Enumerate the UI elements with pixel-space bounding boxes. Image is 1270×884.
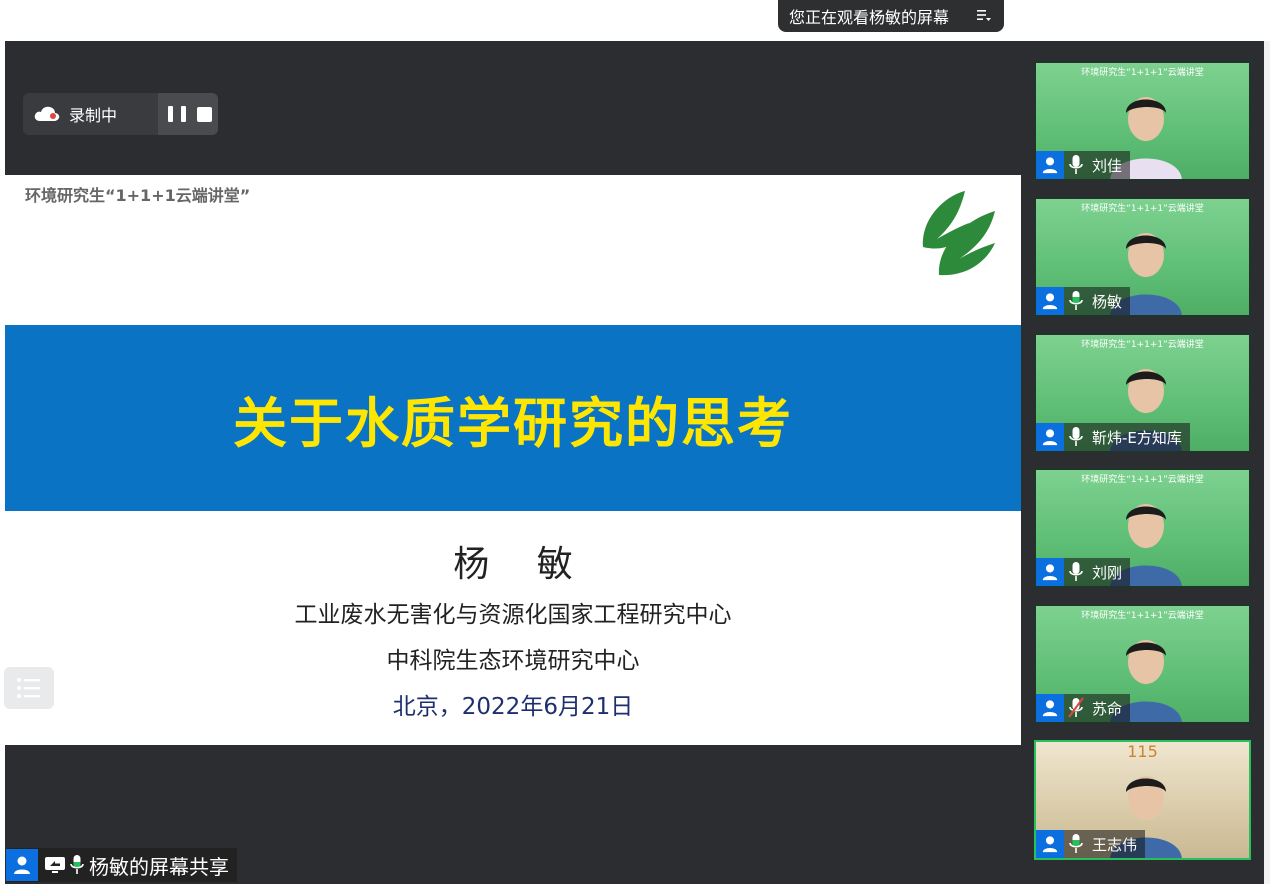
mic-icon[interactable] [1064, 423, 1088, 451]
participant-name: 苏命 [1092, 699, 1123, 718]
stop-icon[interactable] [197, 106, 213, 122]
slide-title: 关于水质学研究的思考 [233, 391, 793, 455]
participant-tile[interactable]: 环境研究生“1+1+1”云端讲堂苏命 [1034, 604, 1251, 724]
participant-label: 靳炜-E方知库 [1036, 423, 1190, 451]
participant-name: 刘佳 [1092, 156, 1123, 175]
participant-tile[interactable]: 环境研究生“1+1+1”云端讲堂靳炜-E方知库 [1034, 333, 1251, 453]
mic-muted-icon[interactable] [1064, 694, 1088, 722]
participant-name: 王志伟 [1092, 835, 1138, 854]
title-band: 关于水质学研究的思考 [5, 325, 1021, 511]
user-avatar-icon [1036, 151, 1064, 179]
sidebar-scrollbar[interactable] [1264, 41, 1270, 884]
tile-banner: 环境研究生“1+1+1”云端讲堂 [1081, 611, 1204, 621]
organization-line-1: 工业废水无害化与资源化国家工程研究中心 [294, 602, 732, 628]
mic-icon [70, 855, 84, 874]
user-avatar-icon [6, 849, 38, 881]
cloud-icon [34, 106, 60, 121]
tile-banner: 环境研究生“1+1+1”云端讲堂 [1081, 475, 1204, 485]
tile-banner: 环境研究生“1+1+1”云端讲堂 [1081, 68, 1204, 78]
user-avatar-icon [1036, 423, 1064, 451]
share-label-text: 杨敏的屏幕共享 [89, 854, 229, 879]
mic-icon[interactable] [1064, 287, 1088, 315]
mic-icon[interactable] [1064, 558, 1088, 586]
participant-label: 刘刚 [1036, 558, 1131, 586]
recording-buttons [158, 93, 218, 135]
organization-line-2: 中科院生态环境研究中心 [386, 648, 640, 674]
participant-tile[interactable]: 环境研究生“1+1+1”云端讲堂刘刚 [1034, 468, 1251, 588]
participant-name: 靳炜-E方知库 [1092, 428, 1182, 447]
user-avatar-icon [1036, 830, 1064, 858]
list-toggle-button[interactable] [4, 667, 54, 709]
presentation-slide: 环境研究生“1+1+1云端讲堂” 关于水质学研究的思考 杨 敏 工业废水无害化与… [5, 175, 1021, 745]
recording-control: 录制中 [23, 93, 218, 135]
viewing-text: 您正在观看杨敏的屏幕 [789, 8, 950, 27]
list-icon [17, 678, 40, 698]
tile-banner: 115 [1127, 742, 1158, 761]
presenter-name: 杨 敏 [453, 544, 591, 585]
leaf-logo-icon [922, 191, 995, 276]
pause-icon[interactable] [167, 106, 186, 122]
top-bar [0, 0, 1270, 40]
participant-label: 刘佳 [1036, 151, 1131, 179]
screen-share-label: 杨敏的屏幕共享 [6, 848, 237, 882]
participant-tile[interactable]: 环境研究生“1+1+1”云端讲堂刘佳 [1034, 61, 1251, 181]
participant-tile[interactable]: 环境研究生“1+1+1”云端讲堂杨敏 [1034, 197, 1251, 317]
tile-banner: 环境研究生“1+1+1”云端讲堂 [1081, 340, 1204, 350]
participant-label: 王志伟 [1036, 830, 1146, 858]
slide-header: 环境研究生“1+1+1云端讲堂” [25, 186, 251, 205]
participant-tile[interactable]: 115 王志伟 [1034, 740, 1251, 860]
participant-name: 杨敏 [1092, 292, 1123, 311]
user-avatar-icon [1036, 694, 1064, 722]
participant-name: 刘刚 [1092, 563, 1123, 582]
user-avatar-icon [1036, 287, 1064, 315]
user-avatar-icon [1036, 558, 1064, 586]
recording-label: 录制中 [69, 106, 118, 125]
mic-icon[interactable] [1064, 830, 1088, 858]
mic-icon[interactable] [1064, 151, 1088, 179]
participant-label: 苏命 [1036, 694, 1131, 722]
list-settings-icon[interactable] [976, 7, 992, 23]
participant-label: 杨敏 [1036, 287, 1131, 315]
presentation-date: 北京，2022年6月21日 [392, 694, 634, 720]
screen-share-icon [45, 857, 65, 873]
viewing-screen-indicator[interactable]: 您正在观看杨敏的屏幕 [778, 0, 1004, 32]
tile-banner: 环境研究生“1+1+1”云端讲堂 [1081, 204, 1204, 214]
